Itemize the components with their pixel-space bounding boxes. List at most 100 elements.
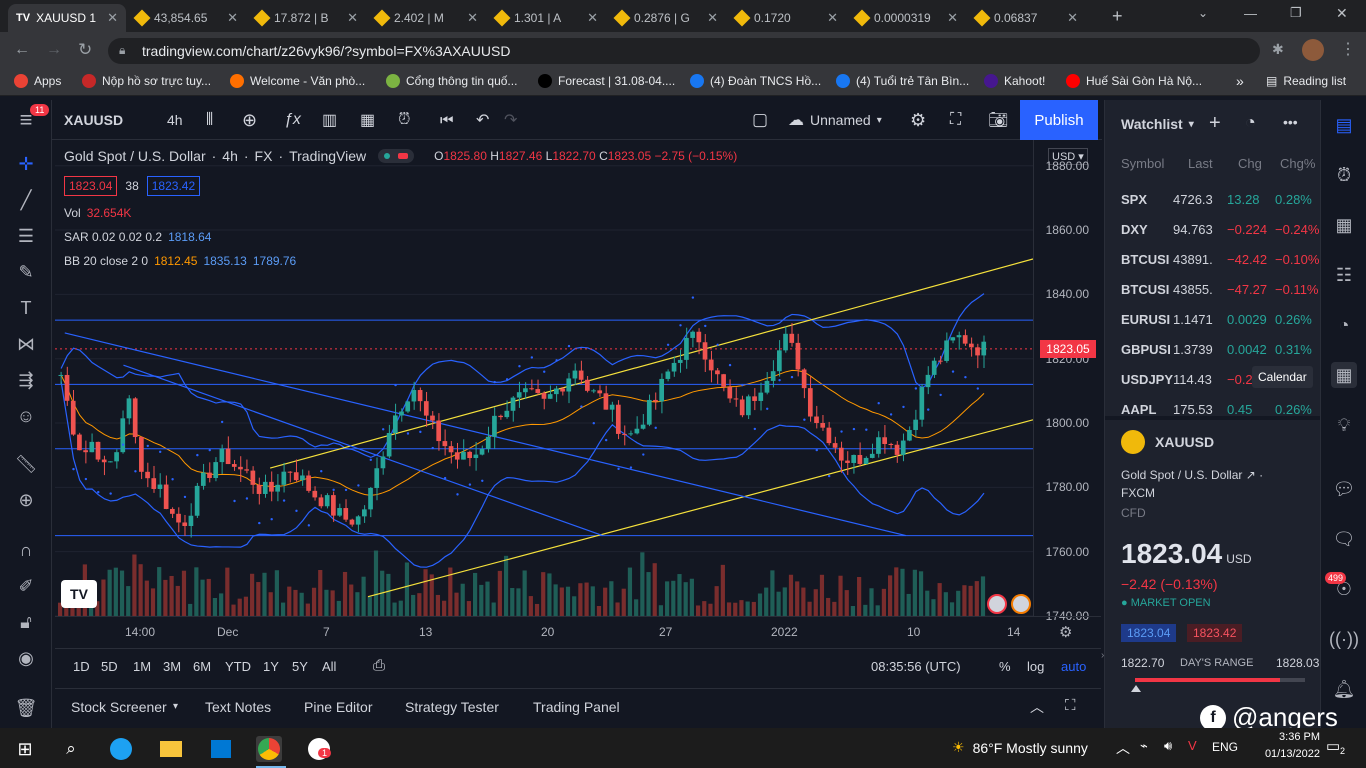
zoom-in-icon[interactable]: ⊕	[12, 486, 40, 514]
range-button-ytd[interactable]: YTD	[225, 659, 251, 674]
bottom-tab[interactable]: Pine Editor	[304, 699, 372, 715]
alerts-clock-icon[interactable]: ⏰︎	[1331, 162, 1357, 188]
range-button-all[interactable]: All	[322, 659, 336, 674]
sell-price-button[interactable]: 1823.04	[64, 176, 118, 196]
browser-tab[interactable]: 2.402 | M ✕	[368, 4, 486, 32]
log-toggle[interactable]: log	[1027, 659, 1044, 674]
fullscreen-box-icon[interactable]: ▢	[752, 100, 768, 140]
magnet-icon[interactable]: ∩	[12, 536, 40, 564]
snapshot-icon[interactable]: 📷︎	[988, 100, 1008, 140]
language-indicator[interactable]: ENG	[1212, 740, 1238, 754]
range-button-1y[interactable]: 1Y	[263, 659, 279, 674]
bookmark-item[interactable]: Kahoot!	[984, 74, 1045, 88]
bookmark-item[interactable]: Huế Sài Gòn Hà Nộ...	[1066, 74, 1202, 88]
range-button-3m[interactable]: 3M	[163, 659, 181, 674]
close-tab-icon[interactable]: ✕	[1067, 10, 1078, 26]
file-explorer-icon[interactable]	[158, 736, 184, 762]
crosshair-icon[interactable]: ✛	[12, 150, 40, 178]
ruler-icon[interactable]: 📏︎	[12, 450, 40, 478]
watchlist-row[interactable]: BTCUSI 43855. −47.27 −0.11%	[1105, 274, 1321, 304]
clock-time[interactable]: 3:36 PM	[1256, 731, 1320, 743]
bookmark-item[interactable]: Apps	[14, 74, 61, 88]
watchlist-row[interactable]: BTCUSI 43891. −42.42 −0.10%	[1105, 244, 1321, 274]
close-tab-icon[interactable]: ✕	[107, 10, 118, 26]
chart-pane[interactable]: TV	[55, 140, 1033, 616]
more-bookmarks-icon[interactable]: »	[1236, 73, 1244, 89]
range-button-5d[interactable]: 5D	[101, 659, 118, 674]
percent-toggle[interactable]: %	[999, 659, 1011, 674]
symbol-search-button[interactable]: XAUUSD	[64, 100, 123, 140]
layout-icon[interactable]: ▦	[360, 100, 375, 140]
lock-icon[interactable]: 🔓︎	[12, 608, 40, 636]
bookmark-item[interactable]: Nộp hồ sơ trực tuy...	[82, 74, 211, 88]
collapse-panel-icon[interactable]: ︿	[1030, 697, 1044, 717]
utc-clock[interactable]: 08:35:56 (UTC)	[871, 659, 961, 674]
brush-icon[interactable]: ✎	[12, 258, 40, 286]
advanced-view-icon[interactable]: ◔	[1245, 112, 1256, 133]
axis-settings-icon[interactable]: ⚙	[1059, 623, 1072, 641]
bookmark-item[interactable]: Welcome - Văn phò...	[230, 74, 365, 88]
pattern-icon[interactable]: ⋈	[12, 330, 40, 358]
lock-drawings-icon[interactable]: ✐	[12, 572, 40, 600]
new-tab-button[interactable]: +	[1112, 6, 1123, 27]
emoji-icon[interactable]: ☺	[12, 402, 40, 430]
close-tab-icon[interactable]: ✕	[227, 10, 238, 26]
bookmark-item[interactable]: (4) Đoàn TNCS Hồ...	[690, 74, 821, 88]
search-icon[interactable]: ⌕	[58, 736, 84, 762]
layout-name-button[interactable]: ☁ Unnamed ▾	[788, 100, 882, 140]
eye-icon[interactable]: ◉	[12, 644, 40, 672]
range-button-5y[interactable]: 5Y	[292, 659, 308, 674]
browser-tab[interactable]: 43,854.65 ✕	[128, 4, 246, 32]
url-input[interactable]: tradingview.com/chart/z26vyk96/?symbol=F…	[108, 38, 1260, 64]
tab-search-icon[interactable]: ⌄	[1198, 6, 1208, 20]
weather-widget[interactable]: ☀ 86°F Mostly sunny	[952, 739, 1088, 756]
close-tab-icon[interactable]: ✕	[827, 10, 838, 26]
bookmark-item[interactable]: Cổng thông tin quố...	[386, 74, 517, 88]
bottom-tab[interactable]: Strategy Tester	[405, 699, 499, 715]
undo-icon[interactable]: ↶	[476, 100, 489, 140]
alert-icon[interactable]: ⏰︎	[398, 100, 410, 140]
market-status-icon[interactable]	[378, 149, 415, 163]
range-button-1m[interactable]: 1M	[133, 659, 151, 674]
price-axis[interactable]: USD ▾ 1880.00 1860.00 1840.00 1820.00 1800.0…	[1033, 140, 1099, 623]
templates-icon[interactable]: ▥	[322, 100, 337, 140]
more-options-icon[interactable]: •••	[1283, 114, 1298, 130]
watchlist-row[interactable]: DXY 94.763 −0.224 −0.24%	[1105, 214, 1321, 244]
chevron-down-icon[interactable]: ▾	[173, 701, 178, 712]
interval-button[interactable]: 4h	[167, 100, 183, 140]
watchlist-title[interactable]: Watchlist ▾	[1121, 116, 1194, 132]
chat-icon[interactable]: 💬︎	[1331, 476, 1357, 502]
buy-price-button[interactable]: 1823.42	[146, 176, 201, 196]
bottom-tab[interactable]: Trading Panel	[533, 699, 620, 715]
browser-tab[interactable]: TV XAUUSD 1 ✕	[8, 4, 126, 32]
browser-tab[interactable]: 1.301 | A ✕	[488, 4, 606, 32]
goto-date-icon[interactable]: ⎙	[373, 657, 385, 674]
replay-icon[interactable]: ⏮︎	[440, 100, 454, 140]
settings-icon[interactable]: ⚙	[910, 100, 926, 140]
volume-icon[interactable]: 🔊︎	[1164, 738, 1172, 754]
text-tool-icon[interactable]: T	[12, 294, 40, 322]
browser-tab[interactable]: 0.06837 ✕	[968, 4, 1086, 32]
action-center-icon[interactable]: ▭	[1326, 737, 1340, 755]
range-button-6m[interactable]: 6M	[193, 659, 211, 674]
extensions-icon[interactable]: ✱	[1272, 41, 1284, 58]
unikey-icon[interactable]: V	[1188, 738, 1197, 753]
store-icon[interactable]	[208, 736, 234, 762]
bookmark-item[interactable]: Forecast | 31.08-04....	[538, 74, 675, 88]
close-tab-icon[interactable]: ✕	[467, 10, 478, 26]
calendar-icon[interactable]: ▦	[1331, 362, 1357, 388]
ideas-icon[interactable]: 💡︎	[1331, 412, 1357, 438]
browser-tab[interactable]: 17.872 | B ✕	[248, 4, 366, 32]
tradingview-logo[interactable]: TV	[61, 580, 97, 608]
legend-title[interactable]: Gold Spot / U.S. Dollar	[64, 148, 206, 164]
browser-tab[interactable]: 0.2876 | G ✕	[608, 4, 726, 32]
chrome-icon[interactable]	[256, 736, 282, 762]
fullscreen-icon[interactable]: ⛶	[950, 100, 961, 140]
forward-icon[interactable]: →	[46, 41, 62, 59]
trash-icon[interactable]: 🗑︎	[12, 694, 40, 722]
details-ask[interactable]: 1823.42	[1187, 624, 1243, 642]
details-bid[interactable]: 1823.04	[1121, 624, 1177, 642]
time-axis[interactable]: 14:00 Dec 7 13 20 27 2022 10 14 ⚙	[55, 616, 1101, 646]
watchlist-icon[interactable]: ▤	[1331, 112, 1357, 138]
trend-line-icon[interactable]: ╱	[12, 186, 40, 214]
